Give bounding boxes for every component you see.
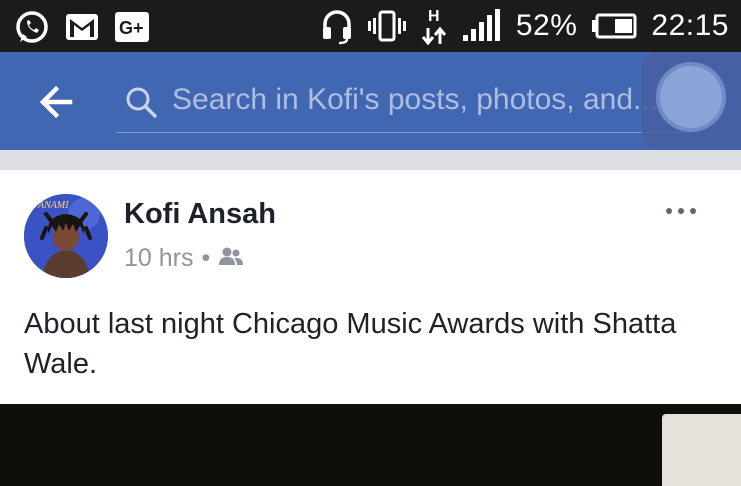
notification-icons: G+ (14, 9, 150, 45)
search-field[interactable] (116, 72, 696, 133)
post-card: ANAMI Kofi Ansah 10 hrs • About last nig… (0, 170, 741, 404)
clock: 22:15 (651, 9, 729, 42)
status-bar: G+ H 52% 22:15 (0, 0, 741, 52)
google-plus-icon: G+ (114, 11, 150, 43)
back-arrow-icon (39, 85, 73, 119)
meta-separator: • (201, 244, 211, 272)
section-divider (0, 150, 741, 170)
back-button[interactable] (34, 80, 78, 124)
system-status: H 52% 22:15 (320, 6, 729, 46)
search-input[interactable] (172, 78, 692, 122)
post-timestamp[interactable]: 10 hrs (124, 244, 193, 273)
network-h-icon: H (420, 6, 448, 46)
battery-icon (591, 13, 637, 39)
more-dots-icon (666, 208, 672, 214)
svg-text:G+: G+ (119, 18, 144, 38)
svg-text:ANAMI: ANAMI (37, 200, 69, 211)
touch-indicator (656, 62, 726, 132)
friends-icon (218, 244, 244, 273)
touch-ripple-overlay[interactable] (642, 52, 741, 148)
post-meta: 10 hrs • (124, 244, 244, 273)
photo-highlight (662, 414, 741, 486)
more-options-button[interactable] (666, 208, 706, 222)
author-name[interactable]: Kofi Ansah (124, 198, 276, 231)
signal-icon (462, 9, 502, 43)
avatar[interactable]: ANAMI (24, 194, 108, 278)
vibrate-icon (367, 9, 406, 43)
whatsapp-icon (14, 9, 50, 45)
post-photo[interactable] (0, 404, 741, 486)
search-icon (124, 85, 158, 124)
headset-icon (320, 7, 354, 45)
search-header (0, 52, 741, 150)
gmail-icon (64, 11, 100, 43)
battery-percent: 52% (515, 9, 578, 42)
post-text: About last night Chicago Music Awards wi… (24, 308, 677, 380)
network-letter: H (428, 8, 440, 25)
